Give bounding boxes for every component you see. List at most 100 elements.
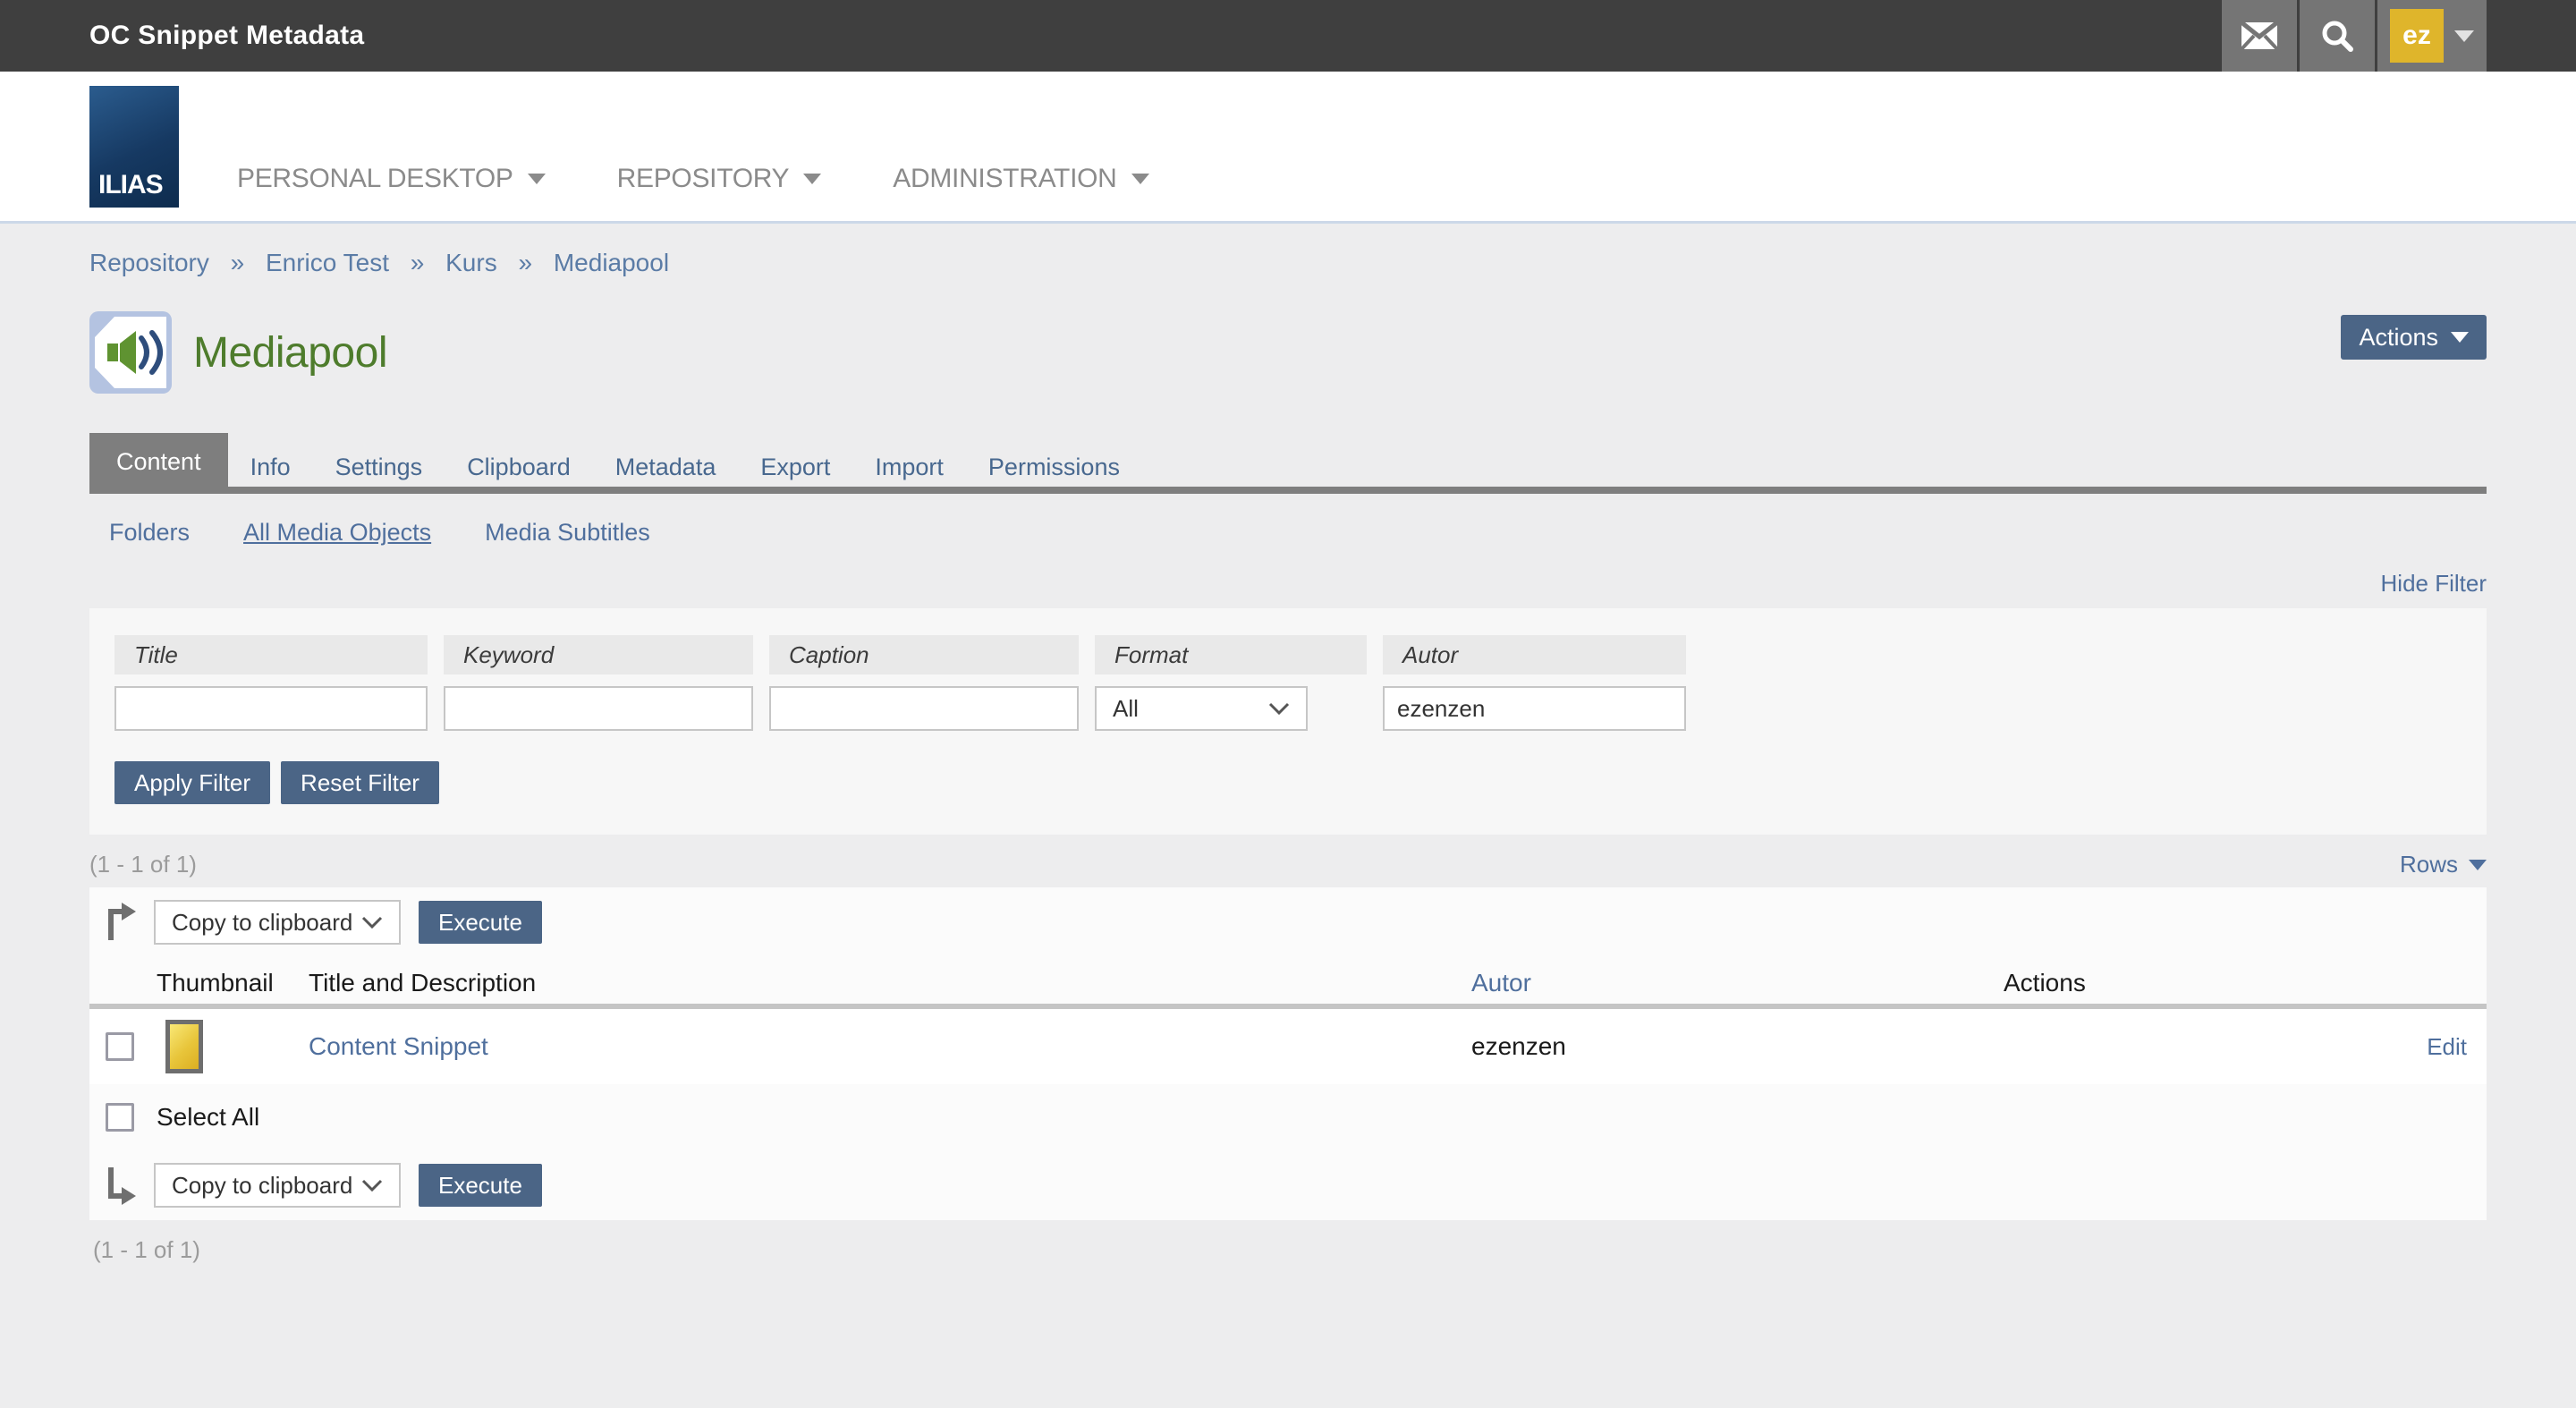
filter-panel: Title Keyword Caption Format All (89, 608, 2487, 835)
breadcrumb-separator: » (231, 249, 245, 276)
tab-metadata[interactable]: Metadata (593, 440, 739, 494)
column-header-title-description: Title and Description (309, 957, 536, 1009)
subtab-all-media-objects[interactable]: All Media Objects (243, 519, 431, 547)
breadcrumb-separator: » (518, 249, 532, 276)
filter-label-caption: Caption (769, 635, 1079, 674)
filter-label-title: Title (114, 635, 428, 674)
select-all-label: Select All (157, 1084, 259, 1150)
user-menu-button[interactable]: ez (2377, 0, 2487, 72)
filter-field-autor: Autor (1383, 635, 1686, 731)
edit-link[interactable]: Edit (2427, 1009, 2467, 1084)
chevron-down-icon (1131, 174, 1149, 184)
bulk-action-value: Copy to clipboard (172, 1172, 352, 1200)
rows-dropdown[interactable]: Rows (2400, 851, 2487, 878)
nav-repository[interactable]: REPOSITORY (617, 164, 822, 194)
execute-button-bottom[interactable]: Execute (419, 1164, 542, 1207)
bulk-action-toolbar-top: Copy to clipboard Execute (89, 887, 2487, 957)
bulk-action-select-top[interactable]: Copy to clipboard (154, 900, 401, 945)
actions-button-label: Actions (2359, 324, 2438, 352)
filter-label-keyword: Keyword (444, 635, 753, 674)
column-header-autor-sort-link[interactable]: Autor (1471, 957, 1531, 1009)
format-filter-value: All (1113, 695, 1139, 723)
hide-filter-row: Hide Filter (89, 570, 2487, 598)
row-checkbox[interactable] (106, 1032, 134, 1061)
actions-button[interactable]: Actions (2341, 315, 2487, 360)
breadcrumb-kurs[interactable]: Kurs (445, 249, 497, 276)
nav-label: PERSONAL DESKTOP (237, 164, 513, 194)
tab-content[interactable]: Content (89, 433, 228, 494)
breadcrumb: Repository » Enrico Test » Kurs » Mediap… (89, 224, 2487, 277)
nav-personal-desktop[interactable]: PERSONAL DESKTOP (237, 164, 546, 194)
breadcrumb-separator: » (411, 249, 425, 276)
filter-field-caption: Caption (769, 635, 1079, 731)
title-filter-input[interactable] (114, 686, 428, 731)
row-autor-value: ezenzen (1471, 1009, 1566, 1084)
chevron-down-icon (2469, 860, 2487, 870)
apply-filter-button[interactable]: Apply Filter (114, 761, 270, 804)
page-title: Mediapool (193, 328, 387, 377)
result-range-bottom: (1 - 1 of 1) (93, 1236, 200, 1263)
mediapool-speaker-icon (89, 311, 172, 394)
tab-clipboard[interactable]: Clipboard (445, 440, 593, 494)
execute-button-top[interactable]: Execute (419, 901, 542, 944)
subtab-folders[interactable]: Folders (109, 519, 190, 547)
subtab-bar: Folders All Media Objects Media Subtitle… (89, 519, 2487, 547)
chevron-down-icon (2451, 332, 2469, 343)
arrow-up-right-icon (104, 903, 136, 942)
ilias-logo[interactable]: ILIAS (89, 86, 179, 208)
mail-icon (2241, 22, 2277, 49)
tab-import[interactable]: Import (852, 440, 966, 494)
ilias-logo-text: ILIAS (98, 170, 163, 200)
mail-button[interactable] (2222, 0, 2297, 72)
page-content: Repository » Enrico Test » Kurs » Mediap… (89, 224, 2487, 1264)
chevron-down-icon (803, 174, 821, 184)
tab-export[interactable]: Export (738, 440, 852, 494)
breadcrumb-mediapool[interactable]: Mediapool (554, 249, 669, 276)
pagination-row-bottom: (1 - 1 of 1) (89, 1236, 2487, 1264)
reset-filter-button[interactable]: Reset Filter (281, 761, 439, 804)
search-button[interactable] (2300, 0, 2375, 72)
chevron-down-icon (361, 1179, 383, 1192)
filter-field-keyword: Keyword (444, 635, 753, 731)
title-row: Mediapool Actions (89, 310, 2487, 395)
filter-field-title: Title (114, 635, 428, 731)
hide-filter-link[interactable]: Hide Filter (2381, 570, 2487, 597)
tab-bar: Content Info Settings Clipboard Metadata… (89, 433, 2487, 494)
search-icon (2321, 20, 2353, 52)
content-snippet-link[interactable]: Content Snippet (309, 1009, 488, 1084)
filter-label-format: Format (1095, 635, 1367, 674)
format-filter-select[interactable]: All (1095, 686, 1308, 731)
media-objects-table: Copy to clipboard Execute Thumbnail Titl… (89, 887, 2487, 1220)
select-all-checkbox[interactable] (106, 1103, 134, 1132)
breadcrumb-enrico-test[interactable]: Enrico Test (266, 249, 389, 276)
caption-filter-input[interactable] (769, 686, 1079, 731)
main-header: ILIAS PERSONAL DESKTOP REPOSITORY ADMINI… (0, 72, 2576, 224)
chevron-down-icon (528, 174, 546, 184)
chevron-down-icon (1268, 702, 1290, 715)
autor-filter-input[interactable] (1383, 686, 1686, 731)
bulk-action-select-bottom[interactable]: Copy to clipboard (154, 1163, 401, 1208)
bulk-action-value: Copy to clipboard (172, 909, 352, 937)
table-header-row: Thumbnail Title and Description Autor Ac… (89, 957, 2487, 1009)
nav-label: ADMINISTRATION (893, 164, 1116, 194)
filter-field-format: Format All (1095, 635, 1367, 731)
tab-info[interactable]: Info (228, 440, 313, 494)
keyword-filter-input[interactable] (444, 686, 753, 731)
chevron-down-icon (2454, 30, 2474, 42)
breadcrumb-repository[interactable]: Repository (89, 249, 209, 276)
main-navigation: PERSONAL DESKTOP REPOSITORY ADMINISTRATI… (237, 164, 1149, 194)
tab-permissions[interactable]: Permissions (966, 440, 1142, 494)
filter-label-autor: Autor (1383, 635, 1686, 674)
window-title: OC Snippet Metadata (89, 21, 364, 51)
result-range-top: (1 - 1 of 1) (89, 851, 197, 878)
nav-administration[interactable]: ADMINISTRATION (893, 164, 1148, 194)
media-thumbnail (165, 1020, 203, 1073)
avatar: ez (2390, 9, 2444, 63)
select-all-row: Select All (89, 1084, 2487, 1150)
top-bar: OC Snippet Metadata ez (0, 0, 2576, 72)
tab-settings[interactable]: Settings (313, 440, 445, 494)
topbar-actions: ez (2219, 0, 2487, 72)
column-header-actions: Actions (2004, 957, 2086, 1009)
bulk-action-toolbar-bottom: Copy to clipboard Execute (89, 1150, 2487, 1220)
subtab-media-subtitles[interactable]: Media Subtitles (485, 519, 650, 547)
